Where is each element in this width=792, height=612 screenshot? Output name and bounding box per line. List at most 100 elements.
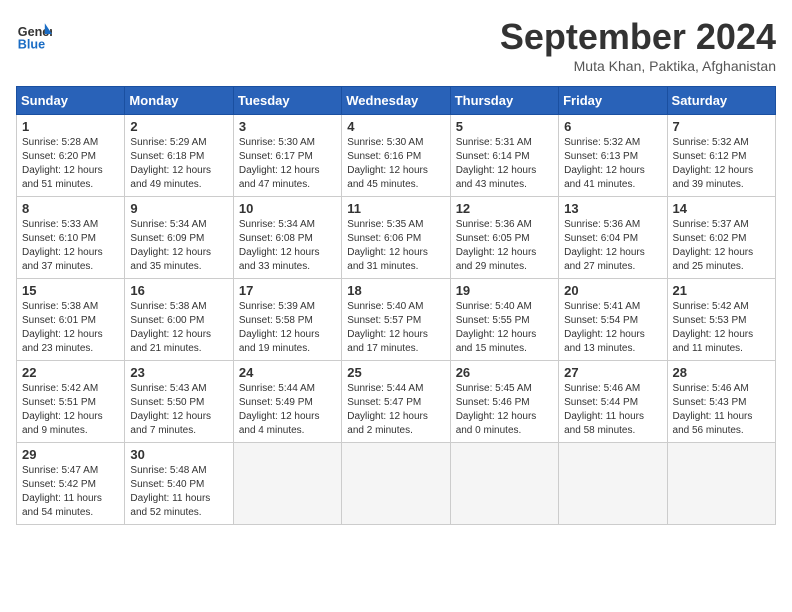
day-number: 10 xyxy=(239,201,336,216)
calendar-day-cell: 16 Sunrise: 5:38 AMSunset: 6:00 PMDaylig… xyxy=(125,279,233,361)
location-title: Muta Khan, Paktika, Afghanistan xyxy=(500,58,776,74)
weekday-header-row: SundayMondayTuesdayWednesdayThursdayFrid… xyxy=(17,87,776,115)
day-number: 1 xyxy=(22,119,119,134)
calendar-day-cell: 3 Sunrise: 5:30 AMSunset: 6:17 PMDayligh… xyxy=(233,115,341,197)
calendar-day-cell: 22 Sunrise: 5:42 AMSunset: 5:51 PMDaylig… xyxy=(17,361,125,443)
day-number: 8 xyxy=(22,201,119,216)
logo: General Blue xyxy=(16,16,52,52)
day-number: 24 xyxy=(239,365,336,380)
day-detail: Sunrise: 5:32 AMSunset: 6:12 PMDaylight:… xyxy=(673,136,770,192)
calendar-day-cell: 4 Sunrise: 5:30 AMSunset: 6:16 PMDayligh… xyxy=(342,115,450,197)
day-detail: Sunrise: 5:46 AMSunset: 5:43 PMDaylight:… xyxy=(673,382,770,438)
calendar-day-cell: 5 Sunrise: 5:31 AMSunset: 6:14 PMDayligh… xyxy=(450,115,558,197)
day-detail: Sunrise: 5:38 AMSunset: 6:00 PMDaylight:… xyxy=(130,300,227,356)
calendar-day-cell xyxy=(667,443,775,525)
weekday-header: Sunday xyxy=(17,87,125,115)
day-detail: Sunrise: 5:45 AMSunset: 5:46 PMDaylight:… xyxy=(456,382,553,438)
day-detail: Sunrise: 5:34 AMSunset: 6:08 PMDaylight:… xyxy=(239,218,336,274)
calendar-week-row: 15 Sunrise: 5:38 AMSunset: 6:01 PMDaylig… xyxy=(17,279,776,361)
calendar-week-row: 29 Sunrise: 5:47 AMSunset: 5:42 PMDaylig… xyxy=(17,443,776,525)
calendar-day-cell: 18 Sunrise: 5:40 AMSunset: 5:57 PMDaylig… xyxy=(342,279,450,361)
calendar-day-cell: 21 Sunrise: 5:42 AMSunset: 5:53 PMDaylig… xyxy=(667,279,775,361)
calendar-week-row: 8 Sunrise: 5:33 AMSunset: 6:10 PMDayligh… xyxy=(17,197,776,279)
calendar-day-cell: 13 Sunrise: 5:36 AMSunset: 6:04 PMDaylig… xyxy=(559,197,667,279)
day-number: 4 xyxy=(347,119,444,134)
day-number: 17 xyxy=(239,283,336,298)
day-number: 13 xyxy=(564,201,661,216)
day-number: 9 xyxy=(130,201,227,216)
calendar-day-cell: 6 Sunrise: 5:32 AMSunset: 6:13 PMDayligh… xyxy=(559,115,667,197)
calendar-day-cell: 28 Sunrise: 5:46 AMSunset: 5:43 PMDaylig… xyxy=(667,361,775,443)
day-detail: Sunrise: 5:40 AMSunset: 5:57 PMDaylight:… xyxy=(347,300,444,356)
day-detail: Sunrise: 5:42 AMSunset: 5:53 PMDaylight:… xyxy=(673,300,770,356)
calendar-day-cell: 19 Sunrise: 5:40 AMSunset: 5:55 PMDaylig… xyxy=(450,279,558,361)
day-detail: Sunrise: 5:35 AMSunset: 6:06 PMDaylight:… xyxy=(347,218,444,274)
calendar-day-cell: 17 Sunrise: 5:39 AMSunset: 5:58 PMDaylig… xyxy=(233,279,341,361)
day-detail: Sunrise: 5:42 AMSunset: 5:51 PMDaylight:… xyxy=(22,382,119,438)
day-number: 6 xyxy=(564,119,661,134)
svg-text:Blue: Blue xyxy=(18,37,45,51)
day-number: 30 xyxy=(130,447,227,462)
day-number: 25 xyxy=(347,365,444,380)
weekday-header: Thursday xyxy=(450,87,558,115)
calendar-day-cell: 1 Sunrise: 5:28 AMSunset: 6:20 PMDayligh… xyxy=(17,115,125,197)
title-area: September 2024 Muta Khan, Paktika, Afgha… xyxy=(500,16,776,74)
weekday-header: Monday xyxy=(125,87,233,115)
day-detail: Sunrise: 5:32 AMSunset: 6:13 PMDaylight:… xyxy=(564,136,661,192)
day-number: 12 xyxy=(456,201,553,216)
calendar-day-cell: 7 Sunrise: 5:32 AMSunset: 6:12 PMDayligh… xyxy=(667,115,775,197)
day-number: 2 xyxy=(130,119,227,134)
day-detail: Sunrise: 5:30 AMSunset: 6:17 PMDaylight:… xyxy=(239,136,336,192)
day-detail: Sunrise: 5:36 AMSunset: 6:04 PMDaylight:… xyxy=(564,218,661,274)
day-number: 20 xyxy=(564,283,661,298)
day-number: 21 xyxy=(673,283,770,298)
day-detail: Sunrise: 5:34 AMSunset: 6:09 PMDaylight:… xyxy=(130,218,227,274)
calendar-day-cell: 14 Sunrise: 5:37 AMSunset: 6:02 PMDaylig… xyxy=(667,197,775,279)
calendar-day-cell: 27 Sunrise: 5:46 AMSunset: 5:44 PMDaylig… xyxy=(559,361,667,443)
day-detail: Sunrise: 5:46 AMSunset: 5:44 PMDaylight:… xyxy=(564,382,661,438)
calendar-day-cell: 15 Sunrise: 5:38 AMSunset: 6:01 PMDaylig… xyxy=(17,279,125,361)
day-detail: Sunrise: 5:38 AMSunset: 6:01 PMDaylight:… xyxy=(22,300,119,356)
calendar-week-row: 22 Sunrise: 5:42 AMSunset: 5:51 PMDaylig… xyxy=(17,361,776,443)
day-number: 23 xyxy=(130,365,227,380)
weekday-header: Tuesday xyxy=(233,87,341,115)
day-detail: Sunrise: 5:44 AMSunset: 5:47 PMDaylight:… xyxy=(347,382,444,438)
day-number: 7 xyxy=(673,119,770,134)
calendar-day-cell: 2 Sunrise: 5:29 AMSunset: 6:18 PMDayligh… xyxy=(125,115,233,197)
calendar-day-cell: 20 Sunrise: 5:41 AMSunset: 5:54 PMDaylig… xyxy=(559,279,667,361)
calendar-day-cell: 26 Sunrise: 5:45 AMSunset: 5:46 PMDaylig… xyxy=(450,361,558,443)
day-number: 28 xyxy=(673,365,770,380)
day-number: 22 xyxy=(22,365,119,380)
calendar-day-cell: 11 Sunrise: 5:35 AMSunset: 6:06 PMDaylig… xyxy=(342,197,450,279)
weekday-header: Friday xyxy=(559,87,667,115)
day-detail: Sunrise: 5:44 AMSunset: 5:49 PMDaylight:… xyxy=(239,382,336,438)
day-detail: Sunrise: 5:28 AMSunset: 6:20 PMDaylight:… xyxy=(22,136,119,192)
day-detail: Sunrise: 5:43 AMSunset: 5:50 PMDaylight:… xyxy=(130,382,227,438)
calendar-day-cell: 24 Sunrise: 5:44 AMSunset: 5:49 PMDaylig… xyxy=(233,361,341,443)
calendar-day-cell xyxy=(342,443,450,525)
weekday-header: Wednesday xyxy=(342,87,450,115)
day-number: 26 xyxy=(456,365,553,380)
day-detail: Sunrise: 5:41 AMSunset: 5:54 PMDaylight:… xyxy=(564,300,661,356)
page-header: General Blue September 2024 Muta Khan, P… xyxy=(16,16,776,74)
day-number: 19 xyxy=(456,283,553,298)
day-number: 3 xyxy=(239,119,336,134)
day-number: 18 xyxy=(347,283,444,298)
day-number: 15 xyxy=(22,283,119,298)
month-title: September 2024 xyxy=(500,16,776,58)
day-number: 11 xyxy=(347,201,444,216)
day-number: 14 xyxy=(673,201,770,216)
calendar-day-cell xyxy=(559,443,667,525)
calendar-week-row: 1 Sunrise: 5:28 AMSunset: 6:20 PMDayligh… xyxy=(17,115,776,197)
day-detail: Sunrise: 5:33 AMSunset: 6:10 PMDaylight:… xyxy=(22,218,119,274)
day-detail: Sunrise: 5:37 AMSunset: 6:02 PMDaylight:… xyxy=(673,218,770,274)
day-detail: Sunrise: 5:31 AMSunset: 6:14 PMDaylight:… xyxy=(456,136,553,192)
calendar-table: SundayMondayTuesdayWednesdayThursdayFrid… xyxy=(16,86,776,525)
day-detail: Sunrise: 5:48 AMSunset: 5:40 PMDaylight:… xyxy=(130,464,227,520)
day-number: 16 xyxy=(130,283,227,298)
weekday-header: Saturday xyxy=(667,87,775,115)
day-number: 29 xyxy=(22,447,119,462)
calendar-day-cell: 8 Sunrise: 5:33 AMSunset: 6:10 PMDayligh… xyxy=(17,197,125,279)
calendar-day-cell xyxy=(450,443,558,525)
day-detail: Sunrise: 5:39 AMSunset: 5:58 PMDaylight:… xyxy=(239,300,336,356)
